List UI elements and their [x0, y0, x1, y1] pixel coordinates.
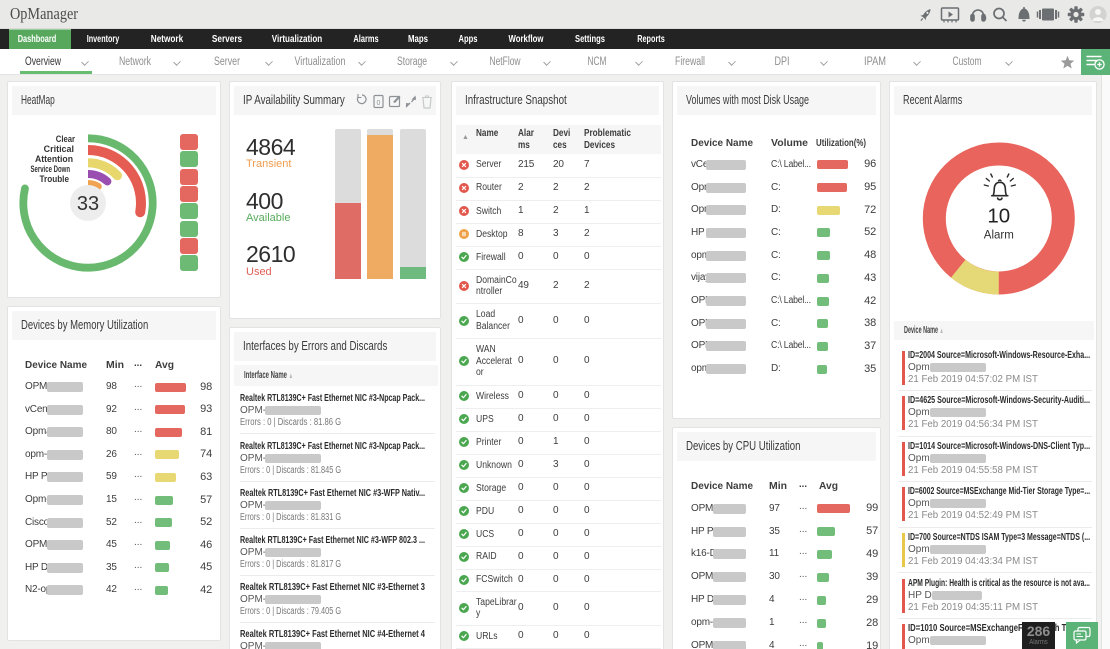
svg-text:10: 10	[987, 205, 1010, 228]
svg-text:33: 33	[77, 193, 99, 215]
svg-text:Alarm: Alarm	[984, 230, 1014, 242]
svg-text:0: 0	[377, 100, 381, 107]
